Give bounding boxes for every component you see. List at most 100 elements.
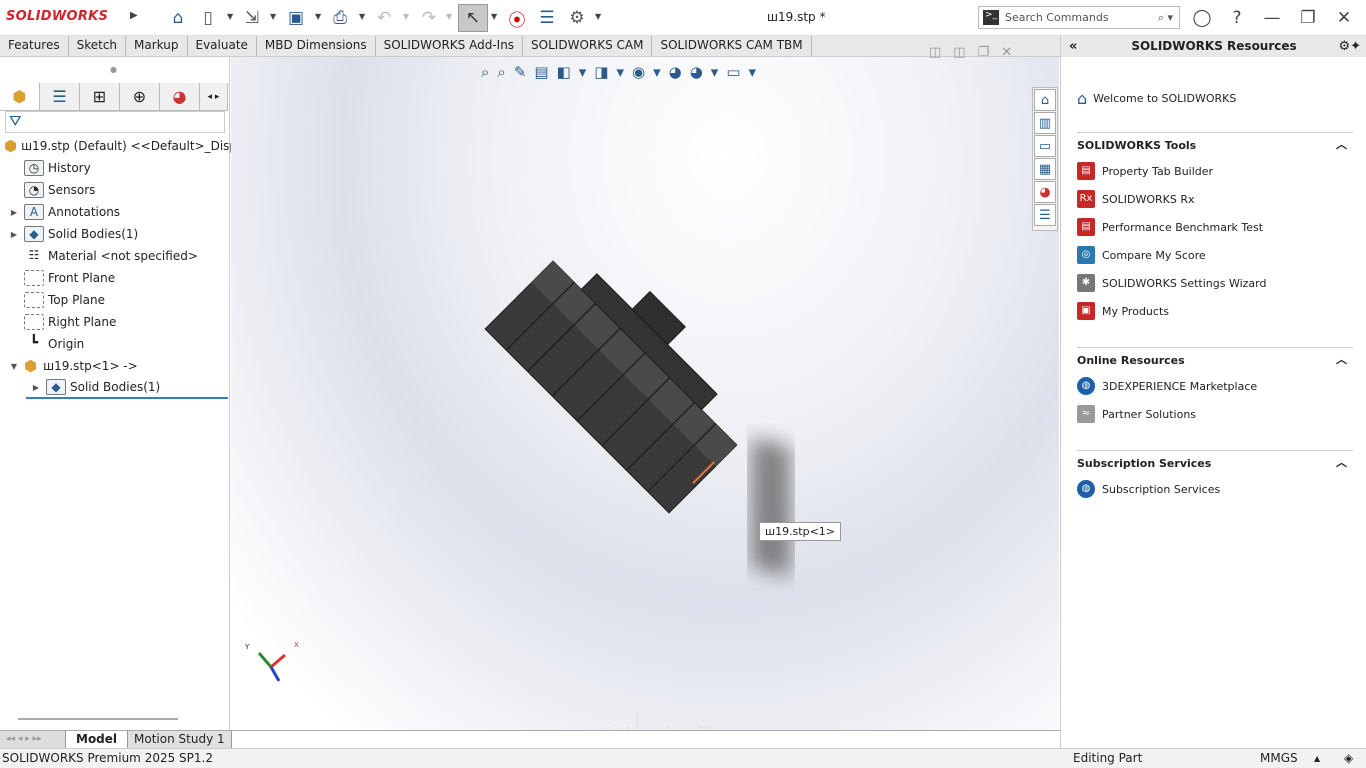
property-manager-tab-icon[interactable]: ☰: [40, 83, 80, 110]
tree-item-history[interactable]: ◷ History: [12, 157, 242, 179]
save-icon[interactable]: ▣: [284, 6, 308, 30]
tab-scroll-arrows[interactable]: ◂◂ ◂ ▸ ▸▸: [0, 731, 66, 748]
section-header[interactable]: SOLIDWORKS Tools ︿: [1077, 132, 1353, 152]
open-icon[interactable]: ⇲: [240, 6, 264, 30]
chevron-down-icon[interactable]: ▼: [315, 12, 321, 21]
tab-sketch[interactable]: Sketch: [69, 36, 127, 56]
tab-motion-study[interactable]: Motion Study 1: [128, 731, 232, 748]
view-palette-icon[interactable]: ▦: [1034, 158, 1056, 180]
tree-label: History: [48, 161, 91, 175]
expand-menu-icon[interactable]: ▶: [130, 10, 138, 21]
chevron-down-icon[interactable]: ▼: [359, 12, 365, 21]
file-explorer-icon[interactable]: ▭: [1034, 135, 1056, 157]
resource-link[interactable]: ▤ Performance Benchmark Test: [1077, 216, 1263, 238]
resource-link[interactable]: ≈ Partner Solutions: [1077, 403, 1196, 425]
collapse-panel-icon[interactable]: «: [1069, 36, 1077, 57]
tab-model[interactable]: Model: [66, 731, 129, 748]
tree-item-top-plane[interactable]: Top Plane: [12, 289, 242, 311]
home-icon[interactable]: ⌂: [1034, 89, 1056, 111]
help-icon[interactable]: ?: [1225, 6, 1249, 30]
tree-item-front-plane[interactable]: Front Plane: [12, 267, 242, 289]
custom-properties-icon[interactable]: ☰: [1034, 204, 1056, 226]
traffic-light-icon[interactable]: ⦿: [505, 6, 529, 31]
section-header[interactable]: Online Resources ︿: [1077, 347, 1353, 367]
tree-label: Origin: [48, 337, 85, 351]
customize-icon[interactable]: ◈: [1344, 749, 1353, 768]
print-icon[interactable]: ⎙: [328, 6, 352, 30]
expand-arrow-icon[interactable]: ▶: [4, 230, 24, 239]
tree-item-annotations[interactable]: ▶ A Annotations: [4, 201, 234, 223]
tree-item-sensors[interactable]: ◔ Sensors: [12, 179, 242, 201]
restore-icon[interactable]: ❐: [1296, 6, 1320, 30]
chevron-down-icon[interactable]: ▼: [491, 12, 497, 21]
expand-arrow-icon[interactable]: ▶: [4, 208, 24, 217]
section-header[interactable]: Subscription Services ︿: [1077, 450, 1353, 470]
chevron-up-icon[interactable]: ▲: [1314, 749, 1320, 768]
chevron-down-icon[interactable]: ▼: [595, 12, 601, 21]
tree-label: Front Plane: [48, 271, 116, 285]
close-icon[interactable]: ✕: [1332, 6, 1356, 30]
resource-link[interactable]: ▣ My Products: [1077, 300, 1169, 322]
gear-icon[interactable]: ⚙: [565, 6, 589, 30]
gear-pin-icon[interactable]: ⚙✦: [1338, 36, 1361, 57]
configuration-manager-tab-icon[interactable]: ⊞: [80, 83, 120, 110]
tab-addins[interactable]: SOLIDWORKS Add-Ins: [376, 36, 524, 56]
chevron-down-icon[interactable]: ▼: [403, 12, 409, 21]
select-icon[interactable]: ↖: [458, 4, 488, 32]
expand-arrow-icon[interactable]: ▶: [26, 383, 46, 392]
tree-item-solid-bodies-sub[interactable]: ▶ ◆ Solid Bodies(1): [26, 377, 228, 399]
version-text: SOLIDWORKS Premium 2025 SP1.2: [2, 751, 213, 765]
horizontal-scrollbar[interactable]: [18, 718, 178, 720]
undo-icon[interactable]: ↶: [372, 6, 396, 30]
dimxpert-tab-icon[interactable]: ⊕: [120, 83, 160, 110]
chevron-down-icon[interactable]: ▼: [270, 12, 276, 21]
chevron-down-icon[interactable]: ▼: [446, 12, 452, 21]
tree-item-origin[interactable]: ┗ Origin: [12, 333, 242, 355]
panel-grip[interactable]: ●: [110, 65, 117, 74]
tree-item-right-plane[interactable]: Right Plane: [12, 311, 242, 333]
tab-cam[interactable]: SOLIDWORKS CAM: [523, 36, 653, 56]
appearances-icon[interactable]: ◕: [1034, 181, 1056, 203]
tree-item-material[interactable]: ☷ Material <not specified>: [12, 245, 242, 267]
tree-root[interactable]: ⬢ ш19.stp (Default) <<Default>_Display: [4, 135, 234, 157]
resource-link[interactable]: ◎ Compare My Score: [1077, 244, 1206, 266]
graphics-viewport[interactable]: ⌕⌕✎▤◧▾◨▾◉▾◕◕▾▭▾ ◫◫❐✕ Y X خمسات: [231, 45, 1059, 747]
resource-link[interactable]: Rx SOLIDWORKS Rx: [1077, 188, 1195, 210]
tab-markup[interactable]: Markup: [126, 36, 188, 56]
chevron-down-icon[interactable]: ▼: [227, 12, 233, 21]
resource-link[interactable]: ◍ Subscription Services: [1077, 478, 1220, 500]
display-manager-tab-icon[interactable]: ◕: [160, 83, 200, 110]
resource-link[interactable]: ◍ 3DEXPERIENCE Marketplace: [1077, 375, 1257, 397]
top-toolbar: SOLIDWORKS ▶ ⌂ ▯ ▼ ⇲ ▼ ▣ ▼ ⎙ ▼ ↶ ▼ ↷ ▼ ↖ ▼ ⦿ ☰ …: [0, 0, 1366, 36]
model-3d[interactable]: [231, 57, 1059, 730]
redo-icon[interactable]: ↷: [417, 6, 441, 30]
tree-item-imported-part[interactable]: ▼ ⬢ ш19.stp<1> ->: [4, 355, 234, 377]
minimize-icon[interactable]: —: [1260, 6, 1284, 30]
tab-features[interactable]: Features: [0, 36, 69, 56]
design-library-icon[interactable]: ▥: [1034, 112, 1056, 134]
tree-item-solid-bodies[interactable]: ▶ ◆ Solid Bodies(1): [4, 223, 234, 245]
units-selector[interactable]: MMGS: [1260, 749, 1298, 768]
collapse-arrow-icon[interactable]: ▼: [4, 362, 24, 371]
resource-link[interactable]: ▤ Property Tab Builder: [1077, 160, 1213, 182]
new-document-icon[interactable]: ▯: [196, 6, 220, 30]
window-title: ш19.stp *: [767, 10, 826, 24]
home-icon[interactable]: ⌂: [166, 6, 190, 30]
search-commands-input[interactable]: >_ Search Commands ⌕ ▾: [978, 6, 1180, 29]
chevron-up-icon[interactable]: ︿: [1336, 351, 1347, 367]
tab-scroll-arrows[interactable]: ◂ ▸: [200, 83, 228, 110]
tab-mbd-dimensions[interactable]: MBD Dimensions: [257, 36, 376, 56]
filter-icon[interactable]: ⛛: [5, 111, 225, 133]
search-icon[interactable]: ⌕ ▾: [1158, 11, 1173, 25]
file-properties-icon[interactable]: ☰: [535, 6, 559, 30]
tab-cam-tbm[interactable]: SOLIDWORKS CAM TBM: [652, 36, 812, 56]
chevron-up-icon[interactable]: ︿: [1336, 454, 1347, 470]
feature-manager-tab-icon[interactable]: ⬢: [0, 83, 40, 110]
account-icon[interactable]: ◯: [1190, 6, 1214, 30]
section-title: Subscription Services: [1077, 457, 1212, 470]
tab-evaluate[interactable]: Evaluate: [188, 36, 257, 56]
chevron-up-icon[interactable]: ︿: [1336, 136, 1347, 152]
welcome-link[interactable]: ⌂ Welcome to SOLIDWORKS: [1077, 87, 1236, 109]
link-label: Compare My Score: [1102, 248, 1206, 262]
resource-link[interactable]: ✱ SOLIDWORKS Settings Wizard: [1077, 272, 1266, 294]
